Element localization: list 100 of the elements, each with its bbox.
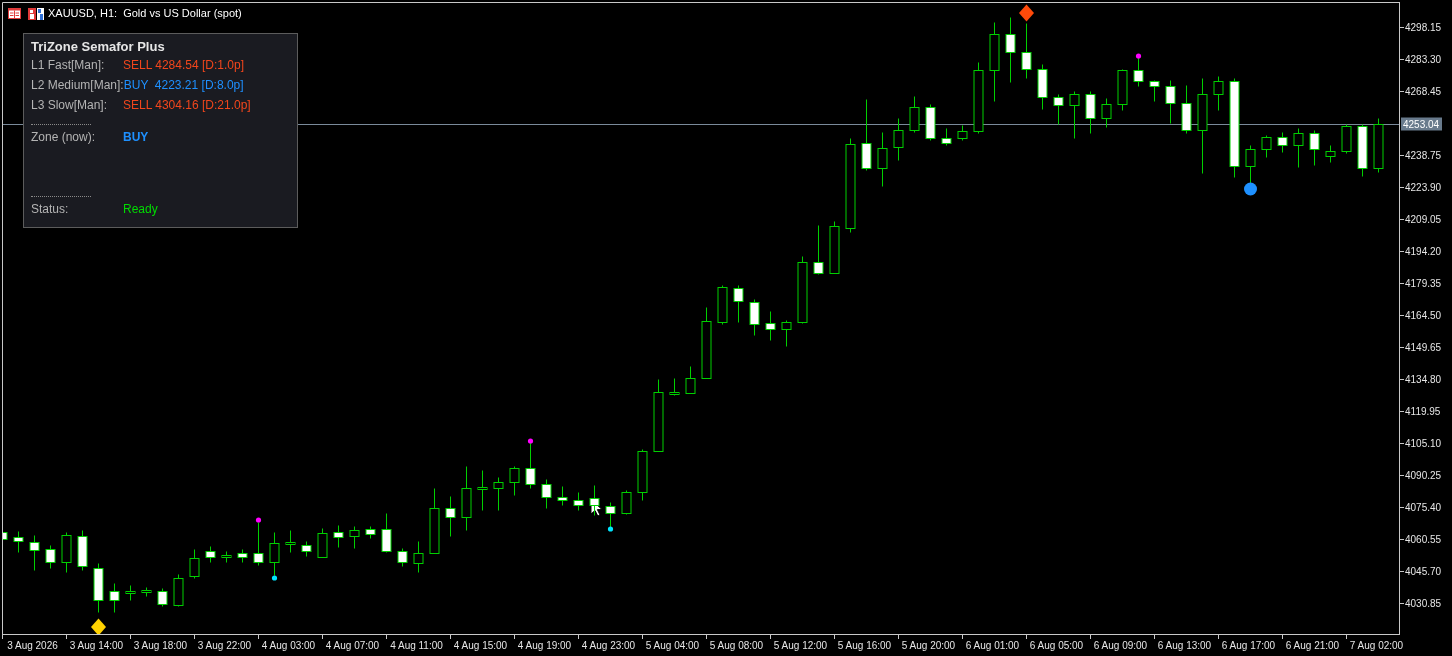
price-label: 4268.45 (1405, 86, 1442, 97)
price-label: 4149.65 (1405, 342, 1442, 353)
candlestick (685, 366, 696, 394)
candlestick (1149, 80, 1160, 102)
time-label: 4 Aug 03:00 (261, 640, 316, 651)
time-label: 4 Aug 07:00 (325, 640, 380, 651)
candlestick (29, 535, 40, 571)
diamond-marker-icon (1019, 4, 1034, 22)
price-label: 4223.90 (1405, 182, 1442, 193)
time-label: 3 Aug 18:00 (133, 640, 188, 651)
candlestick (797, 256, 808, 324)
signal-value: SELL 4304.16 [D:21.0p] (123, 97, 251, 114)
price-label: 4179.35 (1405, 278, 1442, 289)
price-label: 4075.40 (1405, 502, 1442, 513)
dot-marker-icon (527, 438, 534, 444)
time-label: 4 Aug 15:00 (453, 640, 508, 651)
price-label: 4164.50 (1405, 310, 1442, 321)
candlestick (925, 104, 936, 141)
candlestick (893, 118, 904, 161)
candlestick (589, 485, 600, 516)
candlestick (877, 132, 888, 187)
candlestick (909, 96, 920, 133)
candlestick (429, 488, 440, 554)
candlestick (781, 320, 792, 347)
price-label: 4105.10 (1405, 438, 1442, 449)
zone-value: BUY (123, 129, 149, 146)
time-label: 5 Aug 04:00 (645, 640, 700, 651)
candlestick (317, 528, 328, 558)
chart-title: XAUUSD, H1: Gold vs US Dollar (spot) (48, 7, 242, 20)
candlestick (125, 585, 136, 601)
status-value: Ready (123, 201, 158, 218)
candlestick (109, 583, 120, 613)
candlestick (381, 513, 392, 553)
time-label: 4 Aug 23:00 (581, 640, 636, 651)
candlestick (365, 526, 376, 539)
time-label: 4 Aug 19:00 (517, 640, 572, 651)
dot-marker-icon (1135, 53, 1142, 59)
candlestick (1373, 118, 1384, 173)
time-label: 6 Aug 17:00 (1221, 640, 1276, 651)
time-label: 3 Aug 22:00 (197, 640, 252, 651)
dot-marker-icon (607, 526, 614, 532)
candlestick (1341, 124, 1352, 154)
candlestick (1069, 91, 1080, 139)
candlestick (1181, 85, 1192, 134)
candlestick (1117, 69, 1128, 111)
candlestick (733, 285, 744, 323)
candlestick (717, 285, 728, 325)
time-label: 6 Aug 21:00 (1285, 640, 1340, 651)
time-label: 5 Aug 20:00 (901, 640, 956, 651)
candlestick (749, 299, 760, 336)
candlestick (1037, 64, 1048, 110)
level-label: L2 Medium[Man]: (31, 77, 124, 94)
level-label: L3 Slow[Man]: (31, 97, 109, 114)
candlestick (445, 496, 456, 537)
signal-value: BUY 4223.21 [D:8.0p] (123, 77, 244, 94)
price-label: 4283.30 (1405, 54, 1442, 65)
candlestick (1021, 23, 1032, 79)
price-label: 4045.70 (1405, 566, 1442, 577)
candlestick (621, 490, 632, 515)
time-label: 5 Aug 16:00 (837, 640, 892, 651)
time-label: 7 Aug 02:00 (1349, 640, 1404, 651)
candlestick (605, 502, 616, 528)
candlestick (461, 466, 472, 531)
candlestick (253, 522, 264, 566)
candlestick (1005, 17, 1016, 83)
candlestick (1053, 94, 1064, 125)
candlestick (829, 221, 840, 274)
dot-marker-icon (255, 517, 262, 523)
candlestick (333, 525, 344, 548)
current-price-label: 4253.04 (1401, 117, 1442, 131)
price-label: 4119.95 (1405, 406, 1441, 417)
time-label: 3 Aug 2026 (7, 640, 58, 651)
candlestick (45, 545, 56, 569)
candlestick (1277, 132, 1288, 153)
time-label: 5 Aug 08:00 (709, 640, 764, 651)
candlestick (173, 574, 184, 607)
candlestick (221, 551, 232, 563)
level-label: L1 Fast[Man]: (31, 57, 106, 74)
time-label: 6 Aug 01:00 (965, 640, 1020, 651)
candlestick (1245, 145, 1256, 184)
candlestick (1293, 128, 1304, 168)
candlestick (509, 466, 520, 496)
price-label: 4238.75 (1405, 150, 1442, 161)
time-label: 4 Aug 11:00 (390, 640, 443, 651)
candlestick (93, 563, 104, 613)
zone-label: Zone (now): (31, 129, 97, 146)
signal-value: SELL 4284.54 [D:1.0p] (123, 57, 244, 74)
candlestick (477, 470, 488, 511)
candlestick (1309, 130, 1320, 166)
candlestick (1261, 135, 1272, 158)
candlestick (541, 479, 552, 509)
dot-marker-icon (1244, 182, 1257, 196)
price-label: 4090.25 (1405, 470, 1442, 481)
price-label: 4134.80 (1405, 374, 1442, 385)
candlestick (573, 492, 584, 511)
candlestick (301, 541, 312, 557)
candlestick (3, 532, 8, 540)
candlestick (413, 541, 424, 573)
candlestick (1101, 98, 1112, 128)
tiles-icon (28, 7, 44, 20)
